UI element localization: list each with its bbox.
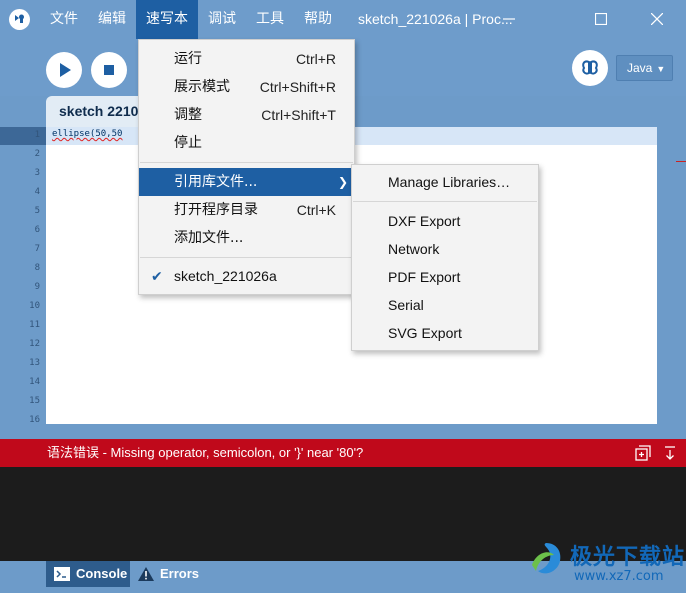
debug-button[interactable] (572, 50, 608, 86)
submenu-item-label: DXF Export (388, 213, 461, 229)
line-number: 5 (34, 206, 40, 216)
line-number: 7 (34, 244, 40, 254)
menu-item-label: 调整 (174, 107, 202, 123)
menu-item-present[interactable]: 展示模式 Ctrl+Shift+R (139, 73, 354, 101)
menu-item-label: 引用库文件... (174, 174, 258, 190)
line-number: 4 (34, 187, 40, 197)
close-button[interactable] (634, 0, 680, 39)
line-number: 11 (29, 320, 40, 330)
minimize-icon (503, 18, 515, 20)
menu-item-label: 展示模式 (174, 79, 230, 95)
butterfly-icon (582, 60, 598, 75)
menu-file[interactable]: 文件 (40, 0, 88, 39)
line-number: 6 (34, 225, 40, 235)
warning-icon (138, 567, 154, 581)
menu-help[interactable]: 帮助 (294, 0, 342, 39)
menu-item-stop[interactable]: 停止 (139, 129, 354, 157)
submenu-item-network[interactable]: Network (352, 235, 538, 263)
line-number: 15 (29, 396, 40, 406)
stop-icon (104, 65, 114, 75)
menu-item-label: 停止 (174, 135, 202, 151)
errors-tab[interactable]: Errors (130, 561, 210, 587)
copy-error-icon[interactable] (635, 445, 651, 461)
watermark-logo-icon (532, 543, 561, 574)
console-tab[interactable]: Console (46, 561, 130, 587)
code-line-1[interactable]: ellipse(50,50 (52, 129, 122, 139)
maximize-icon (595, 13, 607, 25)
error-bar: 语法错误 - Missing operator, semicolon, or '… (0, 439, 686, 467)
console-tab-label: Console (76, 566, 128, 581)
sketch-menu: 运行 Ctrl+R 展示模式 Ctrl+Shift+R 调整 Ctrl+Shif… (138, 39, 355, 295)
processing-logo-icon (9, 9, 30, 30)
menu-item-import-library[interactable]: 引用库文件... ❯ (139, 168, 354, 196)
menu-sketch[interactable]: 速写本 (136, 0, 198, 39)
terminal-icon (54, 567, 70, 581)
submenu-item-label: PDF Export (388, 269, 461, 285)
watermark-name: 极光下载站 (570, 545, 686, 570)
watermark: 极光下载站 www.xz7.com (526, 537, 684, 589)
submenu-item-manage-libraries[interactable]: Manage Libraries… (352, 168, 538, 196)
line-number: 9 (34, 282, 40, 292)
menu-item-label: 添加文件... (174, 230, 244, 246)
mode-selector[interactable]: Java ▼ (616, 55, 673, 81)
menu-item-label: 打开程序目录 (174, 202, 258, 218)
caret-down-icon: ▼ (656, 64, 666, 74)
stop-button[interactable] (91, 52, 127, 88)
watermark-url: www.xz7.com (574, 569, 664, 584)
menu-item-shortcut: Ctrl+Shift+R (259, 79, 336, 95)
submenu-item-label: Manage Libraries… (388, 174, 511, 190)
menu-item-show-folder[interactable]: 打开程序目录 Ctrl+K (139, 196, 354, 224)
play-icon (60, 63, 71, 77)
run-button[interactable] (46, 52, 82, 88)
submenu-item-pdf-export[interactable]: PDF Export (352, 263, 538, 291)
menu-item-add-file[interactable]: 添加文件... (139, 224, 354, 252)
submenu-item-svg-export[interactable]: SVG Export (352, 319, 538, 347)
menu-item-shortcut: Ctrl+R (295, 51, 336, 67)
title-bar: 文件 编辑 速写本 调试 工具 帮助 sketch_221026a | Proc… (0, 0, 686, 39)
line-number: 13 (29, 358, 40, 368)
error-message: 语法错误 - Missing operator, semicolon, or '… (47, 445, 364, 460)
line-number: 2 (34, 149, 40, 159)
line-number: 12 (29, 339, 40, 349)
menu-debug[interactable]: 调试 (198, 0, 246, 39)
line-number: 1 (34, 130, 40, 140)
line-number-gutter: 1 2 3 4 5 6 7 8 9 10 11 12 13 14 15 16 (0, 127, 46, 439)
menu-item-run[interactable]: 运行 Ctrl+R (139, 45, 354, 73)
menu-item-current-sketch[interactable]: ✔ sketch_221026a (139, 262, 354, 290)
line-number: 14 (29, 377, 40, 387)
close-icon (651, 13, 663, 25)
errors-tab-label: Errors (160, 566, 200, 581)
menu-separator (353, 201, 537, 202)
menu-item-label: 运行 (174, 51, 202, 67)
menu-item-shortcut: Ctrl+Shift+T (261, 107, 336, 123)
submenu-arrow-icon: ❯ (337, 175, 348, 189)
submenu-item-label: Network (388, 241, 440, 257)
submenu-item-serial[interactable]: Serial (352, 291, 538, 319)
checkmark-icon: ✔ (151, 268, 163, 284)
menu-item-tweak[interactable]: 调整 Ctrl+Shift+T (139, 101, 354, 129)
menu-separator (140, 162, 353, 163)
submenu-item-dxf-export[interactable]: DXF Export (352, 207, 538, 235)
line-number: 3 (34, 168, 40, 178)
menu-bar: 文件 编辑 速写本 调试 工具 帮助 (40, 0, 342, 39)
menu-item-shortcut: Ctrl+K (296, 202, 336, 218)
maximize-button[interactable] (578, 0, 624, 39)
line-number: 8 (34, 263, 40, 273)
line-number: 16 (29, 415, 40, 425)
minimize-button[interactable] (486, 0, 532, 39)
submenu-item-label: Serial (388, 297, 424, 313)
menu-separator (140, 257, 353, 258)
menu-edit[interactable]: 编辑 (88, 0, 136, 39)
mode-label: Java (627, 61, 653, 75)
line-number: 10 (29, 301, 40, 311)
menu-item-label: sketch_221026a (174, 268, 277, 284)
error-marker (676, 161, 686, 162)
submenu-item-label: SVG Export (388, 325, 462, 341)
collapse-console-icon[interactable] (662, 445, 678, 461)
menu-tools[interactable]: 工具 (246, 0, 294, 39)
library-submenu: Manage Libraries… DXF Export Network PDF… (351, 164, 539, 351)
